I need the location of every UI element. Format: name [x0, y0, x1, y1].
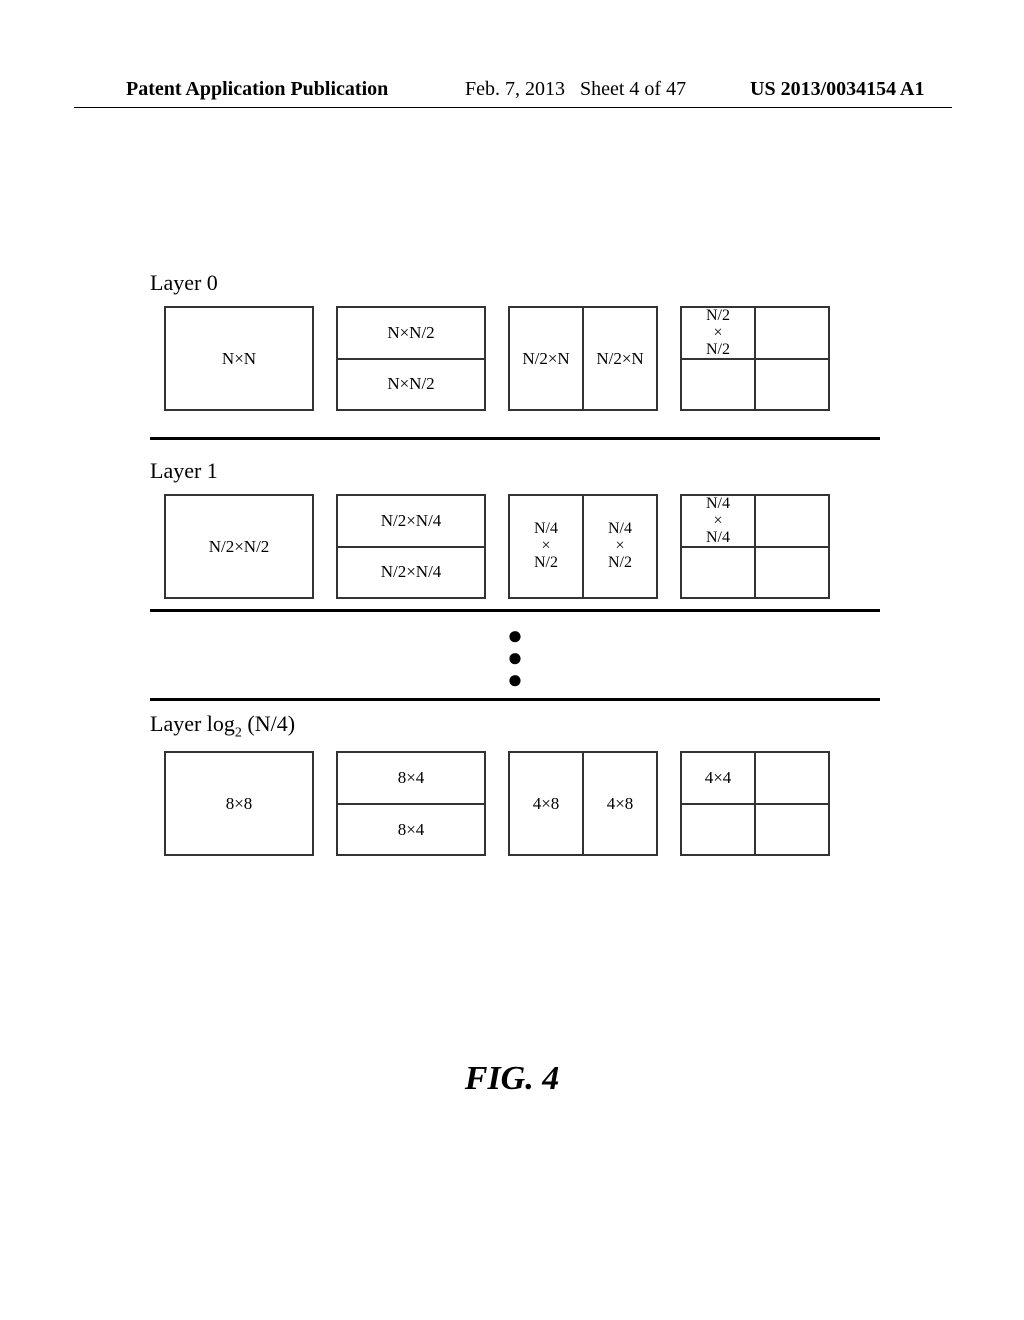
block-l0-full: N×N [164, 306, 314, 411]
block-label: N×N/2 [338, 360, 484, 410]
layer-label-last: Layer log2 (N/4) [150, 711, 880, 741]
block-label: N/2×N/4 [338, 548, 484, 598]
layer-1-row: N/2×N/2 N/2×N/4 N/2×N/4 N/4×N/2 N/4×N/2 … [150, 494, 880, 599]
block-l1-hsplit: N/2×N/4 N/2×N/4 [336, 494, 486, 599]
block-label: 4×8 [510, 753, 584, 854]
block-l1-quad: N/4×N/4 [680, 494, 830, 599]
divider [150, 698, 880, 701]
block-label: N×N/2 [338, 308, 484, 360]
divider [150, 437, 880, 440]
block-label: N/4×N/4 [682, 496, 756, 546]
block-label: N/4×N/2 [510, 496, 584, 597]
block-label: N/2×N/2 [166, 496, 312, 597]
block-label: 8×4 [338, 753, 484, 805]
block-label: 4×4 [682, 753, 756, 803]
header-pubnumber: US 2013/0034154 A1 [750, 78, 924, 101]
block-l0-vsplit: N/2×N N/2×N [508, 306, 658, 411]
block-label: N/2×N/4 [338, 496, 484, 548]
block-label: 8×8 [166, 753, 312, 854]
block-l1-full: N/2×N/2 [164, 494, 314, 599]
block-label: 8×4 [338, 805, 484, 855]
figure-4-content: Layer 0 N×N N×N/2 N×N/2 N/2×N N/2×N N/2×… [150, 270, 880, 860]
block-llast-full: 8×8 [164, 751, 314, 856]
block-l0-quad: N/2×N/2 [680, 306, 830, 411]
divider [150, 609, 880, 612]
block-label: N×N [166, 308, 312, 409]
header-date-sheet: Feb. 7, 2013 Sheet 4 of 47 [465, 78, 686, 101]
layer-label-0: Layer 0 [150, 270, 880, 296]
layer-label-1: Layer 1 [150, 458, 880, 484]
layer-last-row: 8×8 8×4 8×4 4×8 4×8 4×4 [150, 751, 880, 856]
block-l1-vsplit: N/4×N/2 N/4×N/2 [508, 494, 658, 599]
ellipsis-vertical: ●●● [150, 622, 880, 688]
layer-0-row: N×N N×N/2 N×N/2 N/2×N N/2×N N/2×N/2 [150, 306, 880, 411]
header-publication: Patent Application Publication [126, 78, 388, 101]
block-label: N/2×N/2 [682, 308, 756, 358]
block-label: N/2×N [584, 308, 656, 409]
block-llast-hsplit: 8×4 8×4 [336, 751, 486, 856]
block-label: N/2×N [510, 308, 584, 409]
block-llast-vsplit: 4×8 4×8 [508, 751, 658, 856]
block-l0-hsplit: N×N/2 N×N/2 [336, 306, 486, 411]
block-llast-quad: 4×4 [680, 751, 830, 856]
block-label: N/4×N/2 [584, 496, 656, 597]
figure-caption: FIG. 4 [0, 1060, 1024, 1098]
header-rule [74, 107, 952, 108]
block-label: 4×8 [584, 753, 656, 854]
